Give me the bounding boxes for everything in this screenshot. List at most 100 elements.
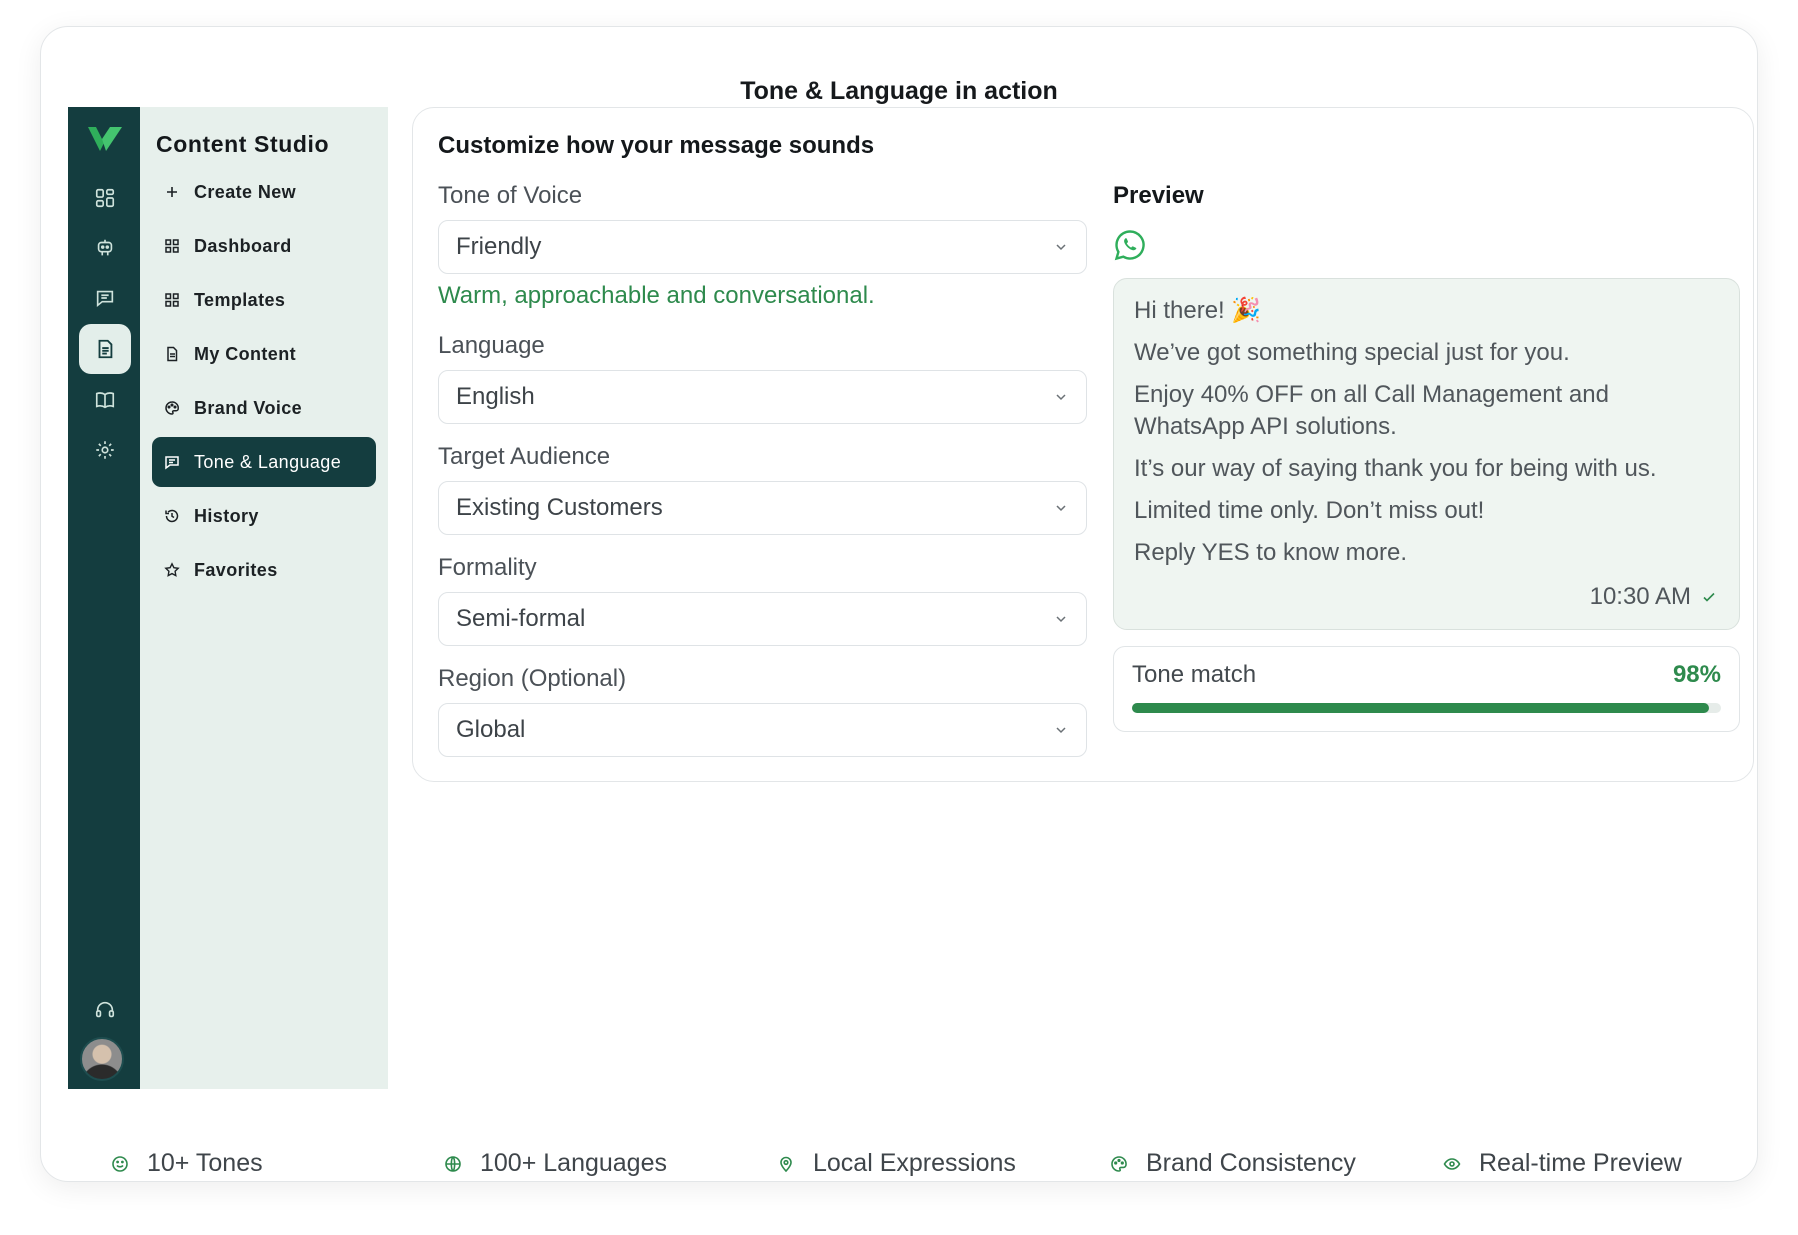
whatsapp-icon [1114,230,1145,261]
file-icon [167,346,178,362]
message-line: Enjoy 40% OFF on all Call Management and… [1134,381,1609,440]
audience-value: Existing Customers [456,494,663,521]
rail-chat-button[interactable] [79,273,131,323]
language-value: English [456,383,535,410]
sidebar-item-history[interactable]: History [152,491,376,541]
tone-select[interactable]: Friendly [438,220,1087,274]
sidebar-item-label: History [194,505,259,526]
sidebar-item-brand-voice[interactable]: Brand Voice [152,383,376,433]
feature-realtime-preview: Real-time Preview [1443,1149,1682,1178]
sidebar-item-label: Favorites [194,559,278,580]
map-pin-icon [780,1156,792,1172]
content-sidebar: Content Studio Create New Dashboard Temp… [140,107,388,1089]
headset-icon [95,1001,115,1018]
sidebar-item-create-new[interactable]: Create New [152,167,376,217]
rail-support-button[interactable] [79,985,131,1035]
chevron-down-icon [1056,394,1066,401]
message-timestamp: 10:30 AM [1590,581,1717,613]
region-label: Region (Optional) [438,665,627,692]
rail-library-button[interactable] [79,375,131,425]
sidebar-item-label: Tone & Language [194,451,342,472]
region-select[interactable]: Global [438,703,1087,757]
rail-settings-button[interactable] [79,425,131,475]
eye-icon [1443,1157,1461,1170]
preview-title: Preview [1113,182,1204,209]
plus-icon [167,187,177,197]
feature-label: Real-time Preview [1479,1149,1682,1177]
gear-icon [96,441,114,459]
tone-match-label: Tone match [1132,661,1257,688]
feature-local-expressions: Local Expressions [777,1149,1016,1178]
tone-label: Tone of Voice [438,182,583,209]
rail-bot-button[interactable] [79,223,131,273]
rail-dashboard-button[interactable] [79,173,131,223]
icon-rail [68,107,140,1089]
logo-icon [88,127,122,151]
feature-label: 100+ Languages [480,1149,667,1177]
sidebar-item-label: Brand Voice [194,397,303,418]
tone-value: Friendly [456,233,542,260]
settings-card: Customize how your message sounds Tone o… [412,107,1754,782]
language-select[interactable]: English [438,370,1087,424]
robot-icon [97,239,113,256]
smile-icon [112,1155,128,1172]
feature-languages: 100+ Languages [444,1149,667,1178]
showcase-frame: Tone & Language in action Content Studio… [40,26,1758,1182]
app-window: Content Studio Create New Dashboard Temp… [68,107,1778,1089]
frame-title: Tone & Language in action [740,77,1058,105]
message-line: We’ve got something special just for you… [1134,339,1570,366]
formality-label: Formality [438,554,537,581]
card-title: Customize how your message sounds [438,132,875,159]
feature-label: Local Expressions [813,1149,1016,1177]
tone-match-progress [1132,703,1721,713]
language-label: Language [438,332,545,359]
sidebar-item-label: My Content [194,343,296,364]
grid-icon [165,239,179,253]
dashboard-icon [95,188,115,208]
feature-label: Brand Consistency [1146,1149,1356,1177]
message-line: Reply YES to know more. [1134,539,1408,566]
palette-icon [1111,1155,1127,1172]
sidebar-item-label: Create New [194,181,297,202]
tone-match-value: 98% [1672,661,1721,688]
star-icon [164,562,180,577]
sidebar-item-label: Dashboard [194,235,292,256]
sidebar-item-my-content[interactable]: My Content [152,329,376,379]
message-bubble: Hi there! 🎉 We’ve got something special … [1113,278,1740,630]
region-value: Global [456,716,526,743]
message-icon [165,456,179,470]
tone-description: Warm, approachable and conversational. [438,282,875,309]
message-line: Limited time only. Don’t miss out! [1134,497,1485,524]
tone-match-card: Tone match 98% [1113,646,1740,732]
message-line: Hi there! 🎉 [1134,297,1262,324]
formality-value: Semi-formal [456,605,586,632]
grid-icon [165,293,179,307]
book-icon [95,392,115,409]
history-icon [165,509,179,523]
sidebar-item-label: Templates [194,289,286,310]
palette-icon [165,401,179,415]
chevron-down-icon [1056,505,1066,512]
tone-match-fill [1132,703,1710,713]
sidebar-item-templates[interactable]: Templates [152,275,376,325]
chevron-down-icon [1056,727,1066,734]
audience-select[interactable]: Existing Customers [438,481,1087,535]
chat-icon [96,290,114,308]
feature-row: 10+ Tones 100+ Languages Local Expressio… [111,1149,1761,1189]
audience-label: Target Audience [438,443,611,470]
chevron-down-icon [1056,616,1066,623]
check-icon [1703,592,1715,602]
chevron-down-icon [1056,244,1066,251]
sidebar-item-tone-language[interactable]: Tone & Language [152,437,376,487]
document-icon [98,339,113,359]
feature-tones: 10+ Tones [111,1149,263,1178]
feature-brand-consistency: Brand Consistency [1110,1149,1356,1178]
message-time: 10:30 AM [1589,583,1691,610]
user-avatar[interactable] [80,1037,124,1081]
feature-label: 10+ Tones [147,1149,263,1177]
sidebar-item-dashboard[interactable]: Dashboard [152,221,376,271]
rail-content-button[interactable] [79,324,131,374]
sidebar-brand: Content Studio [156,131,330,157]
formality-select[interactable]: Semi-formal [438,592,1087,646]
sidebar-item-favorites[interactable]: Favorites [152,545,376,595]
